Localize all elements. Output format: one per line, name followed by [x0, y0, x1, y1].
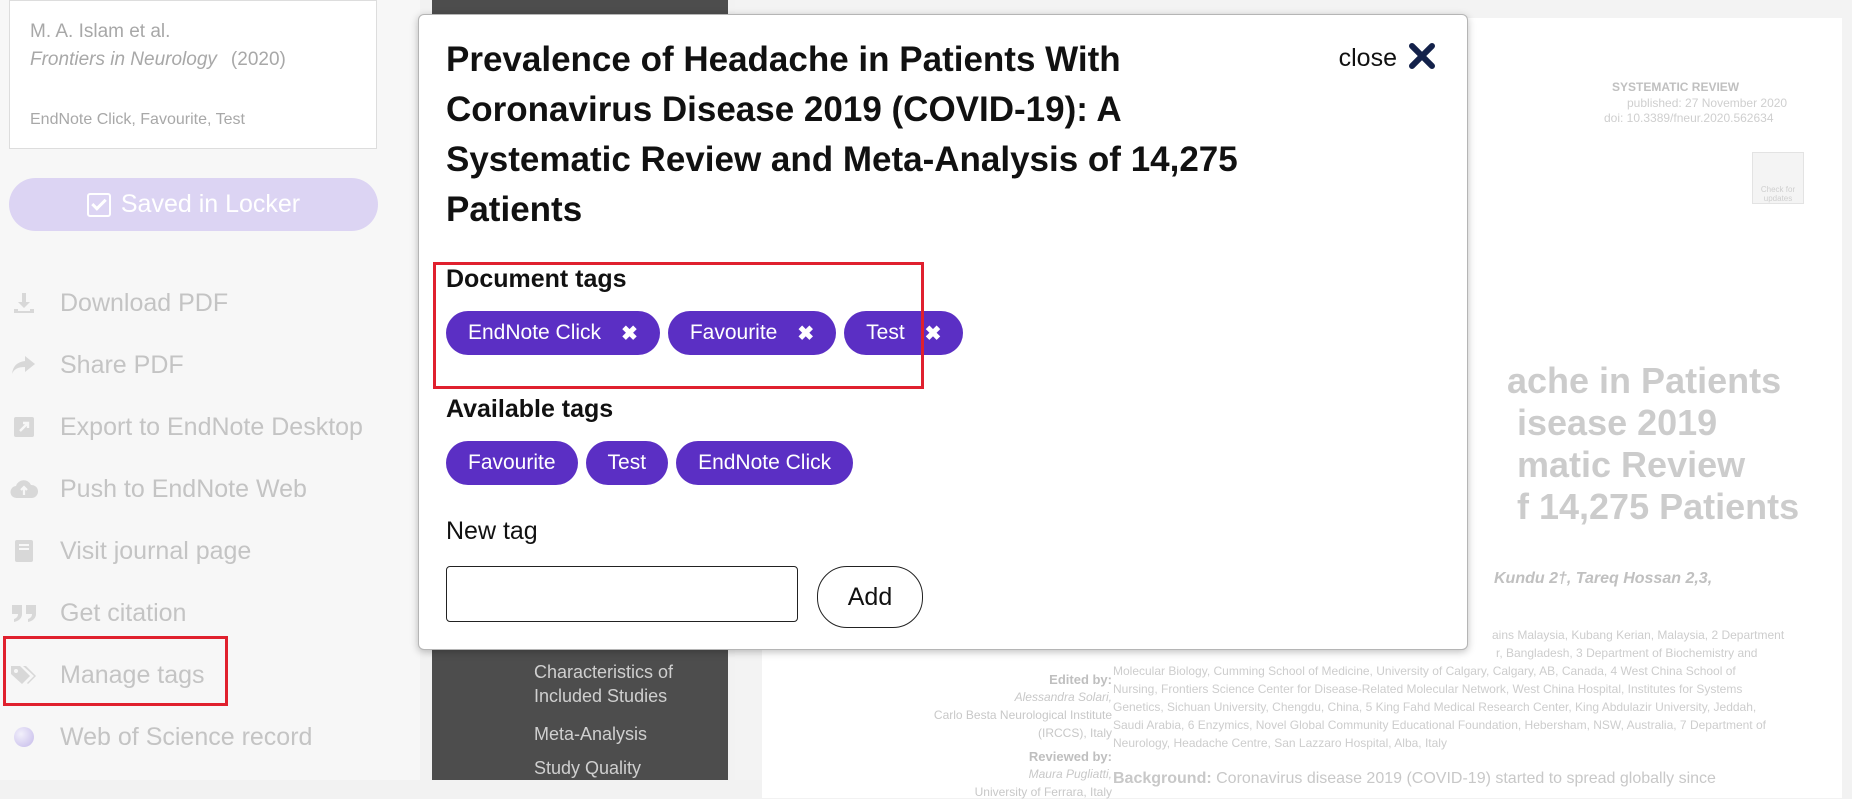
check-updates-badge[interactable]: Check for updates [1752, 152, 1804, 204]
document-tags-highlight [433, 262, 924, 389]
paper-affiliation: ains Malaysia, Kubang Kerian, Malaysia, … [1492, 628, 1785, 642]
paper-affiliation: Nursing, Frontiers Science Center for Di… [1113, 682, 1743, 696]
editor-affiliation: (IRCCS), Italy [1037, 726, 1112, 740]
available-tag[interactable]: Favourite [446, 441, 578, 485]
paper-authors: Kundu 2†, Tareq Hossan 2,3, [1494, 570, 1713, 587]
sidebar-item-label: Web of Science record [60, 722, 313, 751]
available-tags-list: Favourite Test EndNote Click [446, 441, 861, 485]
sidebar-item-label: Download PDF [60, 288, 229, 317]
sidebar-item-web-of-science[interactable]: Web of Science record [10, 706, 363, 768]
manage-tags-dialog: Prevalence of Headache in Patients With … [418, 14, 1468, 650]
background-text: Coronavirus disease 2019 (COVID-19) star… [1216, 770, 1716, 787]
globe-icon [10, 725, 38, 749]
sidebar: M. A. Islam et al. Frontiers in Neurolog… [0, 0, 420, 780]
sidebar-item-label: Push to EndNote Web [60, 474, 307, 503]
reviewer-name: Maura Pugliatti, [1028, 767, 1112, 781]
export-icon [10, 415, 38, 439]
share-icon [10, 353, 38, 377]
paper-title-line: isease 2019 [1517, 402, 1718, 443]
close-label: close [1338, 44, 1397, 72]
paper-title: ache in Patients isease 2019 matic Revie… [1507, 360, 1799, 528]
sidebar-item-label: Visit journal page [60, 536, 252, 565]
checkbox-icon [86, 192, 111, 217]
saved-in-locker-label: Saved in Locker [120, 190, 301, 218]
paper-affiliation: Neurology, Headache Centre, San Lazzaro … [1113, 736, 1447, 750]
edited-by-label: Edited by: [1049, 672, 1112, 687]
available-tag[interactable]: EndNote Click [676, 441, 854, 485]
dialog-title: Prevalence of Headache in Patients With … [446, 40, 1238, 229]
manage-tags-highlight [3, 636, 228, 706]
remove-tag-icon[interactable]: ✖ [925, 321, 942, 346]
reference-authors: M. A. Islam et al. [30, 21, 171, 42]
sidebar-item-get-citation[interactable]: Get citation [10, 582, 363, 644]
paper-section: SYSTEMATIC REVIEW [1612, 80, 1740, 94]
sidebar-item-label: Export to EndNote Desktop [60, 412, 363, 441]
paper-affiliation: Saudi Arabia, 6 Enzymics, Novel Global C… [1113, 718, 1766, 732]
paper-background: Background: Coronavirus disease 2019 (CO… [1113, 770, 1716, 788]
background-label: Background: [1113, 770, 1212, 787]
close-icon [1407, 41, 1437, 76]
sidebar-item-label: Share PDF [60, 350, 184, 379]
saved-in-locker-button[interactable]: Saved in Locker [9, 178, 378, 231]
sidebar-item-push-endnote-web[interactable]: Push to EndNote Web [10, 458, 363, 520]
download-icon [10, 291, 38, 315]
paper-published: published: 27 November 2020 [1627, 96, 1788, 110]
journal-icon [10, 539, 38, 563]
paper-affiliation: r, Bangladesh, 3 Department of Biochemis… [1496, 646, 1758, 660]
cloud-upload-icon [10, 477, 38, 501]
paper-affiliation: Molecular Biology, Cumming School of Med… [1113, 664, 1736, 678]
check-updates-label: Check for updates [1760, 185, 1796, 203]
add-tag-button[interactable]: Add [817, 566, 923, 628]
sidebar-item-label: Get citation [60, 598, 187, 627]
journal-year: (2020) [230, 49, 286, 70]
toc-item-meta-analysis[interactable]: Meta-Analysis [534, 722, 647, 746]
editor-affiliation: Carlo Besta Neurological Institute [933, 708, 1112, 722]
quote-icon [10, 601, 38, 625]
editor-name: Alessandra Solari, [1014, 690, 1112, 704]
reviewer-affiliation: University of Ferrara, Italy [974, 785, 1112, 799]
paper-title-line: ache in Patients [1507, 360, 1782, 401]
sidebar-item-share-pdf[interactable]: Share PDF [10, 334, 363, 396]
reference-journal: Frontiers in Neurology (2020) [30, 49, 356, 71]
toc-item-study-quality[interactable]: Study Quality [534, 756, 641, 780]
paper-title-line: matic Review [1517, 444, 1746, 485]
reviewed-by-label: Reviewed by: [1028, 749, 1112, 764]
sidebar-item-export-endnote-desktop[interactable]: Export to EndNote Desktop [10, 396, 363, 458]
available-tag[interactable]: Test [585, 441, 669, 485]
reference-tags: EndNote Click, Favourite, Test [30, 111, 245, 128]
sidebar-item-visit-journal[interactable]: Visit journal page [10, 520, 363, 582]
available-tags-label: Available tags [446, 395, 614, 423]
journal-name: Frontiers in Neurology [30, 49, 217, 70]
new-tag-input[interactable] [446, 566, 798, 622]
paper-title-line: f 14,275 Patients [1517, 486, 1800, 527]
reference-card: M. A. Islam et al. Frontiers in Neurolog… [9, 0, 377, 149]
sidebar-item-download-pdf[interactable]: Download PDF [10, 272, 363, 334]
new-tag-label: New tag [446, 517, 538, 545]
toc-item-characteristics[interactable]: Characteristics of Included Studies [534, 660, 724, 708]
paper-doi: doi: 10.3389/fneur.2020.562634 [1604, 111, 1774, 125]
paper-affiliation: Genetics, Sichuan University, Chengdu, C… [1113, 700, 1757, 714]
close-button[interactable]: close [1339, 41, 1437, 76]
